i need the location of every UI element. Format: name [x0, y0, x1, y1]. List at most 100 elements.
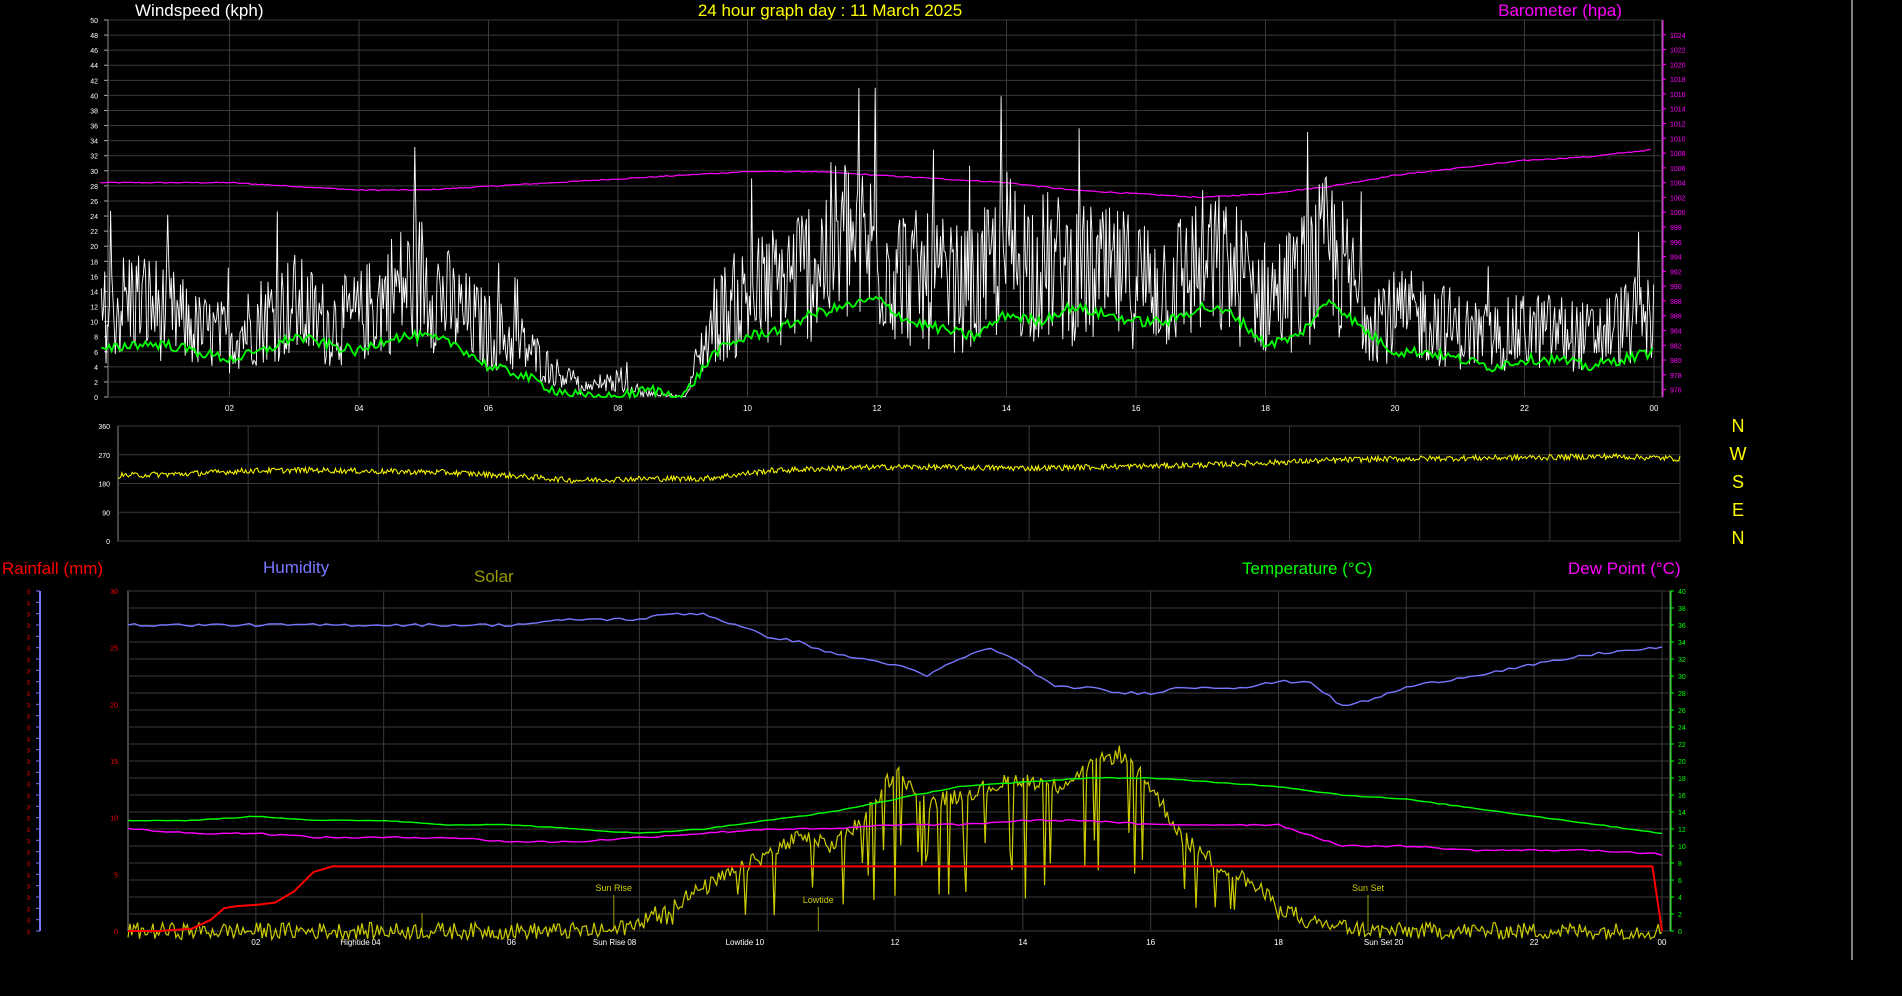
- temperature-y-tick-label: 30: [1678, 674, 1686, 681]
- barometer-axis-label: Barometer (hpa): [1498, 1, 1622, 20]
- wind-direction-chart: 0 90 180 270 360: [98, 424, 1681, 546]
- climate-x-tick-label: 18: [1274, 938, 1283, 947]
- wind-x-tick-label: 22: [1520, 404, 1529, 413]
- rainfall-axis-label: Rainfall (mm): [2, 559, 103, 578]
- baro-y-tick-label: 976: [1670, 388, 1682, 395]
- temperature-y-tick-label: 40: [1678, 589, 1686, 596]
- baro-y-tick-label: 984: [1670, 328, 1682, 335]
- wind-y-tick-label: 36: [90, 124, 98, 131]
- wind-y-tick-label: 18: [90, 259, 98, 266]
- baro-y-tick-label: 1024: [1670, 33, 1686, 40]
- temperature-y-tick-label: 22: [1678, 742, 1686, 749]
- direction-y-tick-label: 0: [106, 539, 110, 546]
- rain-humidity-solar-temp-chart: 0246810121416182022242628303234363840051…: [27, 589, 1686, 947]
- direction-y-tick-label: 270: [98, 453, 110, 460]
- wind-y-tick-label: 16: [90, 274, 98, 281]
- temperature-y-tick-label: 6: [1678, 878, 1682, 885]
- wind-y-tick-label: 42: [90, 78, 98, 85]
- baro-y-tick-label: 1006: [1670, 166, 1686, 173]
- wind-y-tick-label: 46: [90, 48, 98, 55]
- baro-y-tick-label: 1008: [1670, 151, 1686, 158]
- climate-x-tick-label: 20: [1394, 938, 1403, 947]
- baro-y-tick-label: 980: [1670, 358, 1682, 365]
- x-tick-annotation: Sun Rise: [593, 938, 626, 947]
- wind-x-tick-label: 08: [614, 404, 623, 413]
- climate-x-tick-label: 10: [755, 938, 764, 947]
- baro-y-tick-label: 1018: [1670, 77, 1686, 84]
- temperature-y-tick-label: 14: [1678, 810, 1686, 817]
- wind-y-tick-label: 44: [90, 63, 98, 70]
- x-tick-annotation: Lowtide: [726, 938, 754, 947]
- wind-y-tick-label: 28: [90, 184, 98, 191]
- baro-y-tick-label: 1000: [1670, 210, 1686, 217]
- rainfall-y-tick-label: 10: [110, 816, 118, 823]
- baro-y-tick-label: 994: [1670, 255, 1682, 262]
- wind-x-tick-label: 02: [225, 404, 234, 413]
- compass-letter: N: [1732, 416, 1745, 436]
- baro-y-tick-label: 982: [1670, 343, 1682, 350]
- wind-y-tick-label: 50: [90, 18, 98, 25]
- baro-y-tick-label: 990: [1670, 284, 1682, 291]
- temperature-y-tick-label: 12: [1678, 827, 1686, 834]
- temperature-label: Temperature (°C): [1242, 559, 1373, 578]
- wind-x-tick-label: 06: [484, 404, 493, 413]
- windspeed-axis-label: Windspeed (kph): [135, 1, 264, 20]
- wind-y-tick-label: 14: [90, 289, 98, 296]
- temperature-y-tick-label: 4: [1678, 895, 1682, 902]
- wind-y-tick-label: 32: [90, 154, 98, 161]
- compass-letter: N: [1732, 528, 1745, 548]
- direction-y-tick-label: 90: [102, 510, 110, 517]
- wind-plot-area: [107, 19, 1663, 398]
- humidity-label: Humidity: [263, 558, 330, 577]
- wind-y-tick-label: 22: [90, 229, 98, 236]
- temperature-y-tick-label: 0: [1678, 929, 1682, 936]
- temperature-y-tick-label: 34: [1678, 640, 1686, 647]
- compass-letter: W: [1730, 444, 1747, 464]
- direction-y-tick-label: 180: [98, 482, 110, 489]
- temperature-y-tick-label: 24: [1678, 725, 1686, 732]
- baro-y-tick-label: 992: [1670, 269, 1682, 276]
- wind-x-tick-label: 20: [1391, 404, 1400, 413]
- solar-label: Solar: [474, 567, 514, 586]
- rainfall-y-tick-label: 15: [110, 759, 118, 766]
- wind-x-tick-label: 14: [1002, 404, 1011, 413]
- baro-y-tick-label: 978: [1670, 373, 1682, 380]
- baro-y-tick-label: 996: [1670, 240, 1682, 247]
- baro-y-tick-label: 1016: [1670, 92, 1686, 99]
- wind-y-tick-label: 20: [90, 244, 98, 251]
- annotation-label: Sun Set: [1352, 883, 1385, 893]
- rainfall-y-tick-label: 20: [110, 702, 118, 709]
- climate-x-tick-label: 08: [627, 938, 636, 947]
- temperature-y-tick-label: 28: [1678, 691, 1686, 698]
- climate-x-tick-label: 16: [1146, 938, 1155, 947]
- temperature-y-tick-label: 10: [1678, 844, 1686, 851]
- baro-y-tick-label: 1002: [1670, 195, 1686, 202]
- wind-y-tick-label: 2: [94, 380, 98, 387]
- baro-y-tick-label: 1004: [1670, 181, 1686, 188]
- wind-y-tick-label: 8: [94, 335, 98, 342]
- climate-x-tick-label: 22: [1530, 938, 1539, 947]
- temperature-y-tick-label: 2: [1678, 912, 1682, 919]
- wind-barometer-chart: 0246810121416182022242628303234363840424…: [90, 18, 1685, 413]
- wind-y-tick-label: 48: [90, 33, 98, 40]
- wind-x-tick-label: 00: [1650, 404, 1659, 413]
- baro-y-tick-label: 1012: [1670, 121, 1686, 128]
- wind-y-tick-label: 6: [94, 350, 98, 357]
- baro-y-tick-label: 998: [1670, 225, 1682, 232]
- dewpoint-label: Dew Point (°C): [1568, 559, 1681, 578]
- wind-x-tick-label: 04: [355, 404, 364, 413]
- baro-y-tick-label: 986: [1670, 314, 1682, 321]
- temperature-y-tick-label: 16: [1678, 793, 1686, 800]
- rainfall-y-tick-label: 30: [110, 589, 118, 596]
- baro-y-tick-label: 1014: [1670, 107, 1686, 114]
- wind-y-tick-label: 34: [90, 139, 98, 146]
- wind-y-tick-label: 10: [90, 320, 98, 327]
- wind-x-tick-label: 12: [873, 404, 882, 413]
- climate-x-tick-label: 06: [507, 938, 516, 947]
- x-tick-annotation: Hightide: [340, 938, 370, 947]
- temperature-y-tick-label: 26: [1678, 708, 1686, 715]
- climate-x-tick-label: 00: [1658, 938, 1667, 947]
- weather-graph-canvas: Windspeed (kph) 24 hour graph day : 11 M…: [0, 0, 1902, 991]
- wind-x-tick-label: 16: [1132, 404, 1141, 413]
- climate-x-tick-label: 12: [891, 938, 900, 947]
